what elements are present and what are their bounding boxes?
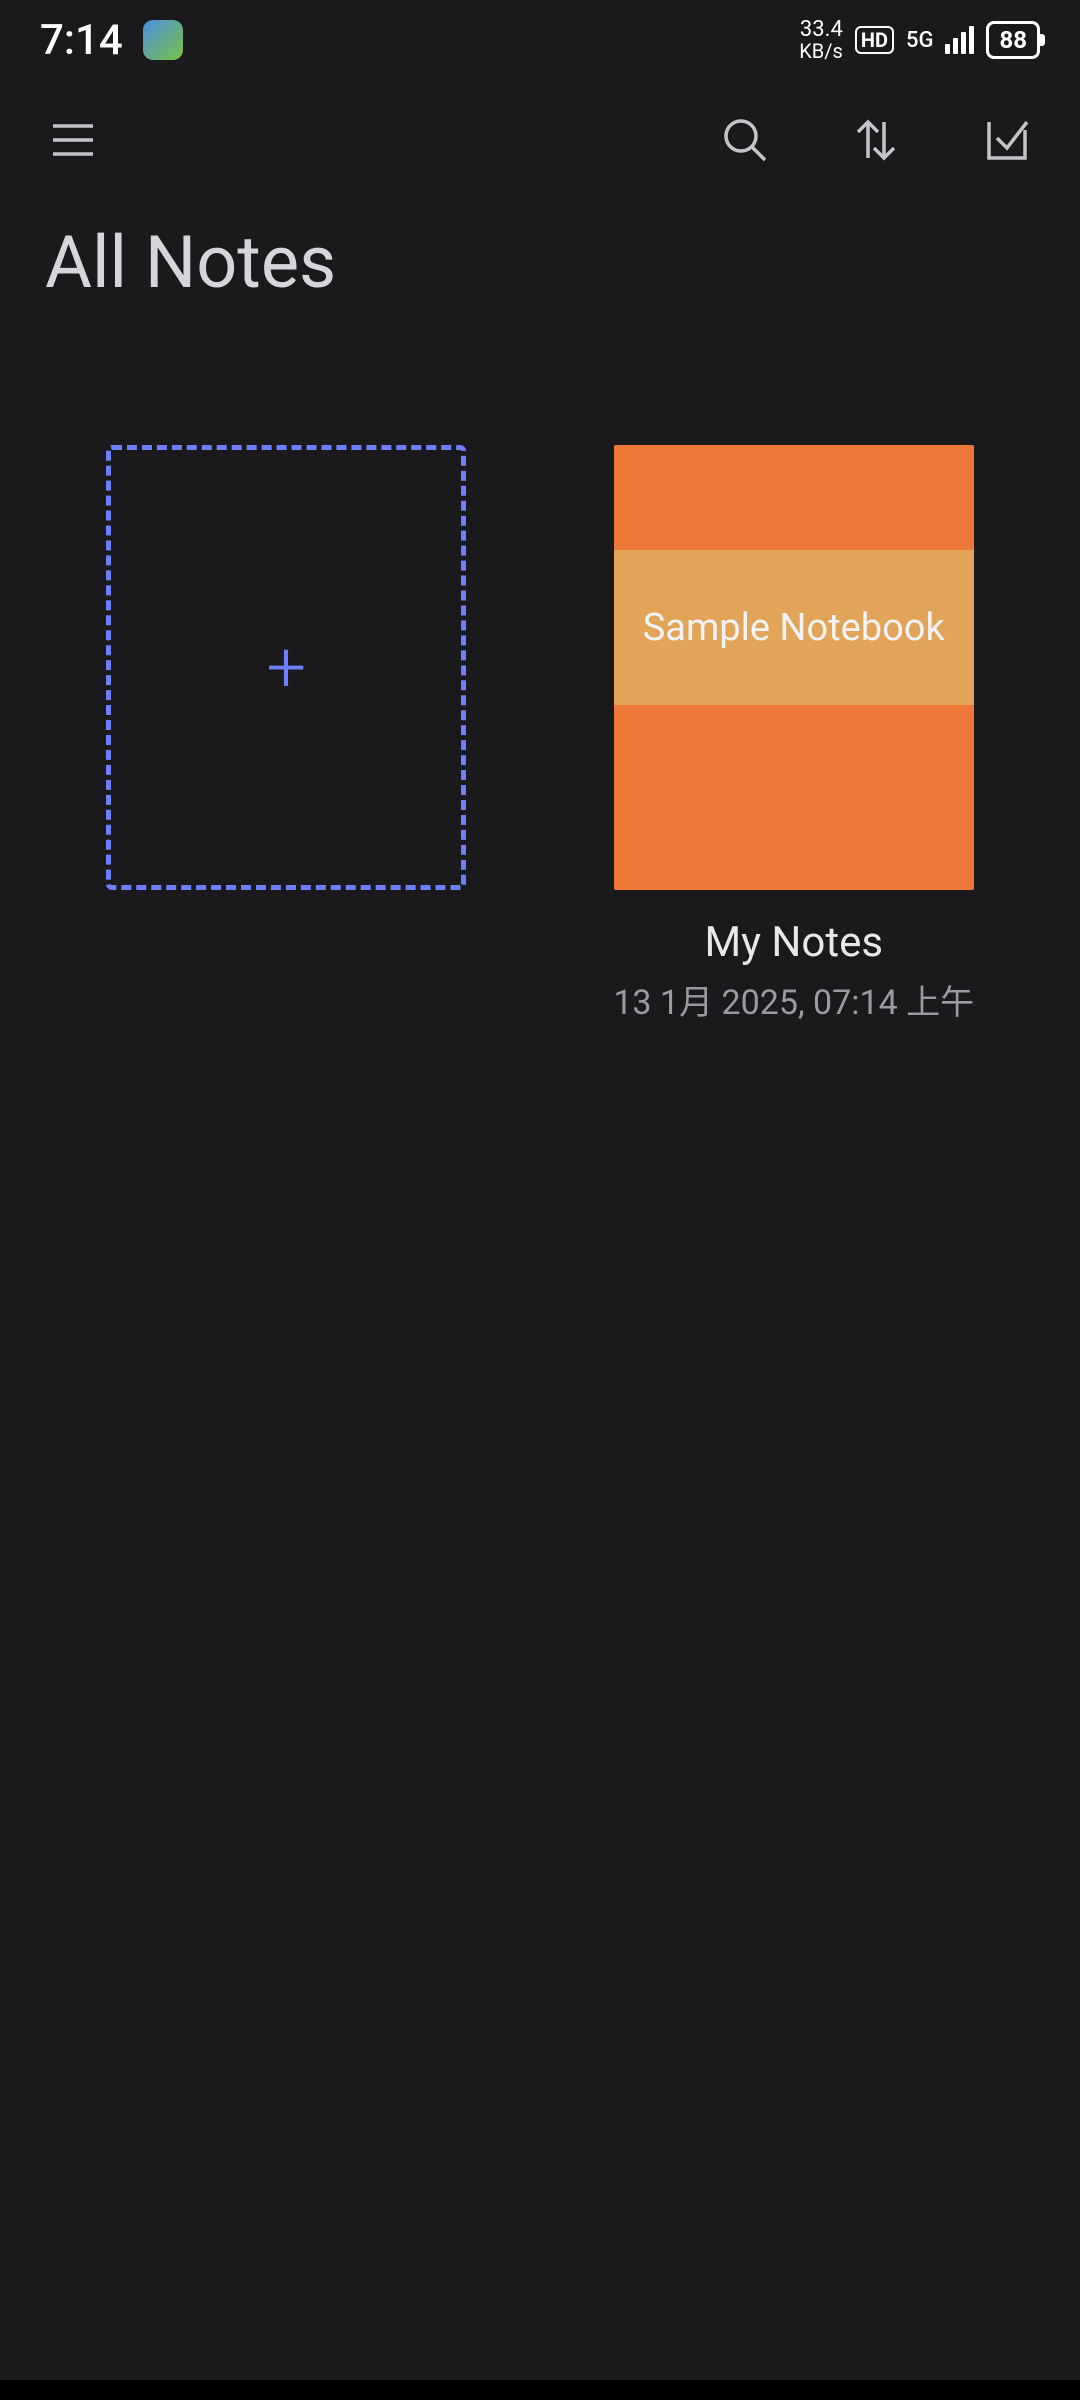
status-battery: 88 [986,21,1040,59]
status-bar-left: 7:14 [40,16,183,65]
app-bar-right [717,112,1035,168]
add-notebook-button[interactable]: + [106,445,466,890]
status-network-speed: 33.4 KB/s [799,19,843,61]
page-title: All Notes [0,200,1080,345]
notebook-cover: Sample Notebook [614,445,974,890]
hamburger-icon [45,112,101,168]
notebook-card[interactable]: Sample Notebook My Notes 13 1月 2025, 07:… [613,445,974,1024]
status-bar: 7:14 33.4 KB/s HD 5G 88 [0,0,1080,80]
checkbox-icon [979,112,1035,168]
status-bar-right: 33.4 KB/s HD 5G 88 [799,19,1040,61]
status-hd-badge: HD [855,26,894,54]
navigation-bar [0,2380,1080,2400]
notebook-grid: + Sample Notebook My Notes 13 1月 2025, 0… [0,345,1080,1024]
notebook-title: My Notes [704,918,883,967]
notebook-cover-band: Sample Notebook [614,550,974,705]
status-time: 7:14 [40,16,123,65]
notebook-date: 13 1月 2025, 07:14 上午 [613,975,974,1024]
status-network-type: 5G [906,28,934,53]
sort-icon [848,112,904,168]
status-speed-value: 33.4 [800,19,843,41]
menu-button[interactable] [45,112,101,168]
app-bar [0,80,1080,200]
select-button[interactable] [979,112,1035,168]
notebook-cover-title: Sample Notebook [643,606,945,650]
status-app-icon [143,20,183,60]
status-signal-icon [945,26,974,54]
app-bar-left [45,112,101,168]
sort-button[interactable] [848,112,904,168]
search-icon [717,112,773,168]
search-button[interactable] [717,112,773,168]
status-speed-unit: KB/s [799,41,843,61]
plus-icon: + [266,633,306,703]
